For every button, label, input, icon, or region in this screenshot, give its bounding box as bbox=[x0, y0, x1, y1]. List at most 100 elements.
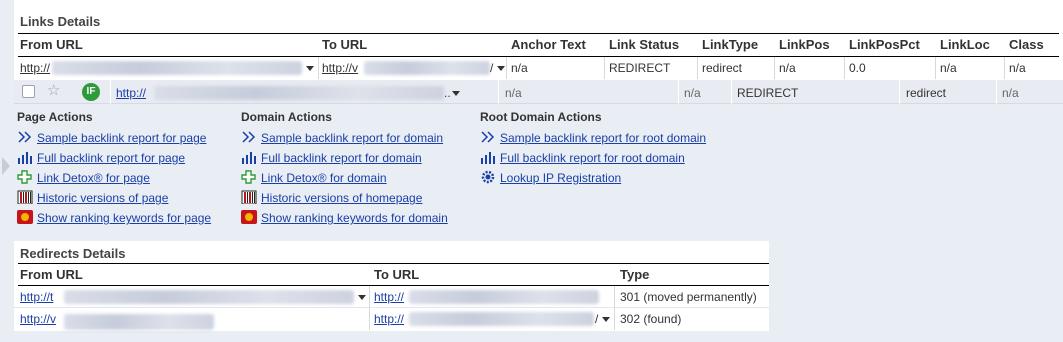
header-link-status[interactable]: Link Status bbox=[609, 37, 679, 52]
redirect-to-url-link[interactable]: http:// bbox=[374, 290, 404, 304]
cell-separator bbox=[614, 286, 615, 308]
redirects-header-from-url[interactable]: From URL bbox=[20, 267, 83, 282]
header-link-pos[interactable]: LinkPos bbox=[779, 37, 830, 52]
bar-chart-icon bbox=[480, 150, 496, 164]
page-action-sample-backlink-label[interactable]: Sample backlink report for page bbox=[37, 131, 206, 145]
redirect-type-value: 301 (moved permanently) bbox=[620, 290, 757, 304]
header-link-pos-pct[interactable]: LinkPosPct bbox=[849, 37, 920, 52]
star-icon[interactable]: ☆ bbox=[47, 83, 60, 99]
links-details-title: Links Details bbox=[20, 14, 101, 29]
domain-action-historic-homepage-label[interactable]: Historic versions of homepage bbox=[261, 191, 422, 205]
redirect-to-dropdown-icon[interactable] bbox=[602, 317, 610, 322]
to-url-slash: / bbox=[490, 61, 494, 75]
to-url-dropdown-icon[interactable] bbox=[497, 66, 505, 71]
domain-action-sample-backlink[interactable]: Sample backlink report for domain bbox=[241, 130, 443, 145]
cell-separator bbox=[774, 57, 775, 79]
from-url-link[interactable]: http:// bbox=[20, 61, 50, 75]
root-action-lookup-ip-label[interactable]: Lookup IP Registration bbox=[500, 171, 621, 185]
from-url-dropdown-icon[interactable] bbox=[306, 66, 314, 71]
cell-separator bbox=[614, 308, 615, 330]
header-from-url[interactable]: From URL bbox=[20, 37, 83, 52]
redirect-from-url-link[interactable]: http://v bbox=[20, 312, 56, 326]
cell-separator bbox=[844, 57, 845, 79]
redacted-redirect-from-url bbox=[64, 290, 354, 304]
cell-separator bbox=[369, 308, 370, 330]
page-action-historic-versions-label[interactable]: Historic versions of page bbox=[37, 191, 168, 205]
domain-action-full-backlink[interactable]: Full backlink report for domain bbox=[241, 150, 422, 165]
cell-separator bbox=[935, 57, 936, 79]
row-checkbox[interactable] bbox=[22, 85, 35, 98]
row2-url-link[interactable]: http:// bbox=[116, 86, 146, 100]
domain-actions-title: Domain Actions bbox=[241, 110, 332, 124]
page-action-full-backlink-label[interactable]: Full backlink report for page bbox=[37, 151, 185, 165]
redirect-from-url-link[interactable]: http://t bbox=[20, 290, 53, 304]
page-action-ranking-keywords[interactable]: Show ranking keywords for page bbox=[17, 210, 211, 225]
link-status-value: REDIRECT bbox=[609, 61, 671, 75]
link-pos-value: n/a bbox=[779, 61, 796, 75]
bar-chart-icon bbox=[241, 150, 257, 164]
redacted-row2-url bbox=[154, 86, 444, 100]
domain-action-full-backlink-label[interactable]: Full backlink report for domain bbox=[261, 151, 422, 165]
keywords-icon bbox=[241, 210, 257, 224]
domain-action-link-detox[interactable]: Link Detox® for domain bbox=[241, 170, 387, 185]
class-value: n/a bbox=[1009, 61, 1026, 75]
link-pos-pct-value: 0.0 bbox=[849, 61, 866, 75]
header-anchor-text[interactable]: Anchor Text bbox=[511, 37, 586, 52]
row2-status: REDIRECT bbox=[737, 86, 799, 100]
collapse-arrow-icon[interactable] bbox=[2, 157, 10, 175]
redirects-details-panel: Redirects Details From URL To URL Type h… bbox=[14, 241, 769, 331]
backlink-row: ☆ IF http:// .. n/a n/a REDIRECT redirec… bbox=[14, 80, 1063, 104]
redacted-to-url bbox=[364, 61, 490, 75]
domain-action-historic-homepage[interactable]: Historic versions of homepage bbox=[241, 190, 422, 205]
link-type-value: redirect bbox=[702, 61, 743, 75]
domain-action-sample-backlink-label[interactable]: Sample backlink report for domain bbox=[261, 131, 443, 145]
if-badge-icon[interactable]: IF bbox=[82, 83, 100, 101]
page-action-link-detox[interactable]: Link Detox® for page bbox=[17, 170, 150, 185]
root-action-sample-backlink[interactable]: Sample backlink report for root domain bbox=[480, 130, 706, 145]
header-class[interactable]: Class bbox=[1009, 37, 1044, 52]
root-action-lookup-ip[interactable]: Lookup IP Registration bbox=[480, 170, 621, 185]
redirect-to-url-link[interactable]: http:// bbox=[374, 312, 404, 326]
header-link-type[interactable]: LinkType bbox=[702, 37, 758, 52]
page-action-historic-versions[interactable]: Historic versions of page bbox=[17, 190, 168, 205]
redirect-type-value: 302 (found) bbox=[620, 312, 682, 326]
root-action-full-backlink[interactable]: Full backlink report for root domain bbox=[480, 150, 685, 165]
redacted-redirect-to-url bbox=[409, 290, 599, 304]
redirect-row: http://v http:// / 302 (found) bbox=[14, 308, 769, 330]
page-actions-title: Page Actions bbox=[17, 110, 93, 124]
row2-url-ellipsis: .. bbox=[444, 86, 451, 100]
row2-col2: n/a bbox=[684, 86, 701, 100]
cell-separator bbox=[899, 80, 900, 104]
keywords-icon bbox=[17, 210, 33, 224]
redirects-header-type[interactable]: Type bbox=[620, 267, 649, 282]
page-action-ranking-keywords-label[interactable]: Show ranking keywords for page bbox=[37, 211, 211, 225]
bar-chart-icon bbox=[17, 150, 33, 164]
header-link-loc[interactable]: LinkLoc bbox=[940, 37, 990, 52]
anchor-text-value: n/a bbox=[511, 61, 528, 75]
cell-separator bbox=[731, 80, 732, 104]
cell-separator bbox=[369, 286, 370, 308]
domain-action-ranking-keywords-label[interactable]: Show ranking keywords for domain bbox=[261, 211, 448, 225]
cell-separator bbox=[318, 57, 319, 79]
root-action-full-backlink-label[interactable]: Full backlink report for root domain bbox=[500, 151, 685, 165]
page-action-link-detox-label[interactable]: Link Detox® for page bbox=[37, 171, 150, 185]
root-action-sample-backlink-label[interactable]: Sample backlink report for root domain bbox=[500, 131, 706, 145]
cell-separator bbox=[498, 80, 499, 104]
gear-icon bbox=[480, 170, 496, 184]
links-details-panel: Links Details From URL To URL Anchor Tex… bbox=[14, 0, 1063, 80]
domain-action-link-detox-label[interactable]: Link Detox® for domain bbox=[261, 171, 387, 185]
row2-anchor-text: n/a bbox=[505, 86, 522, 100]
link-loc-value: n/a bbox=[940, 61, 957, 75]
header-divider-bottom bbox=[18, 56, 1059, 57]
domain-action-ranking-keywords[interactable]: Show ranking keywords for domain bbox=[241, 210, 448, 225]
redirects-header-to-url[interactable]: To URL bbox=[374, 267, 419, 282]
redirect-from-dropdown-icon[interactable] bbox=[358, 295, 366, 300]
page-action-sample-backlink[interactable]: Sample backlink report for page bbox=[17, 130, 206, 145]
redirects-details-title: Redirects Details bbox=[20, 246, 126, 261]
row2-dropdown-icon[interactable] bbox=[452, 91, 460, 96]
page-action-full-backlink[interactable]: Full backlink report for page bbox=[17, 150, 185, 165]
redirect-to-url-suffix: / bbox=[595, 312, 599, 326]
header-to-url[interactable]: To URL bbox=[322, 37, 367, 52]
cell-separator bbox=[506, 57, 507, 79]
to-url-link[interactable]: http://v bbox=[322, 61, 358, 75]
